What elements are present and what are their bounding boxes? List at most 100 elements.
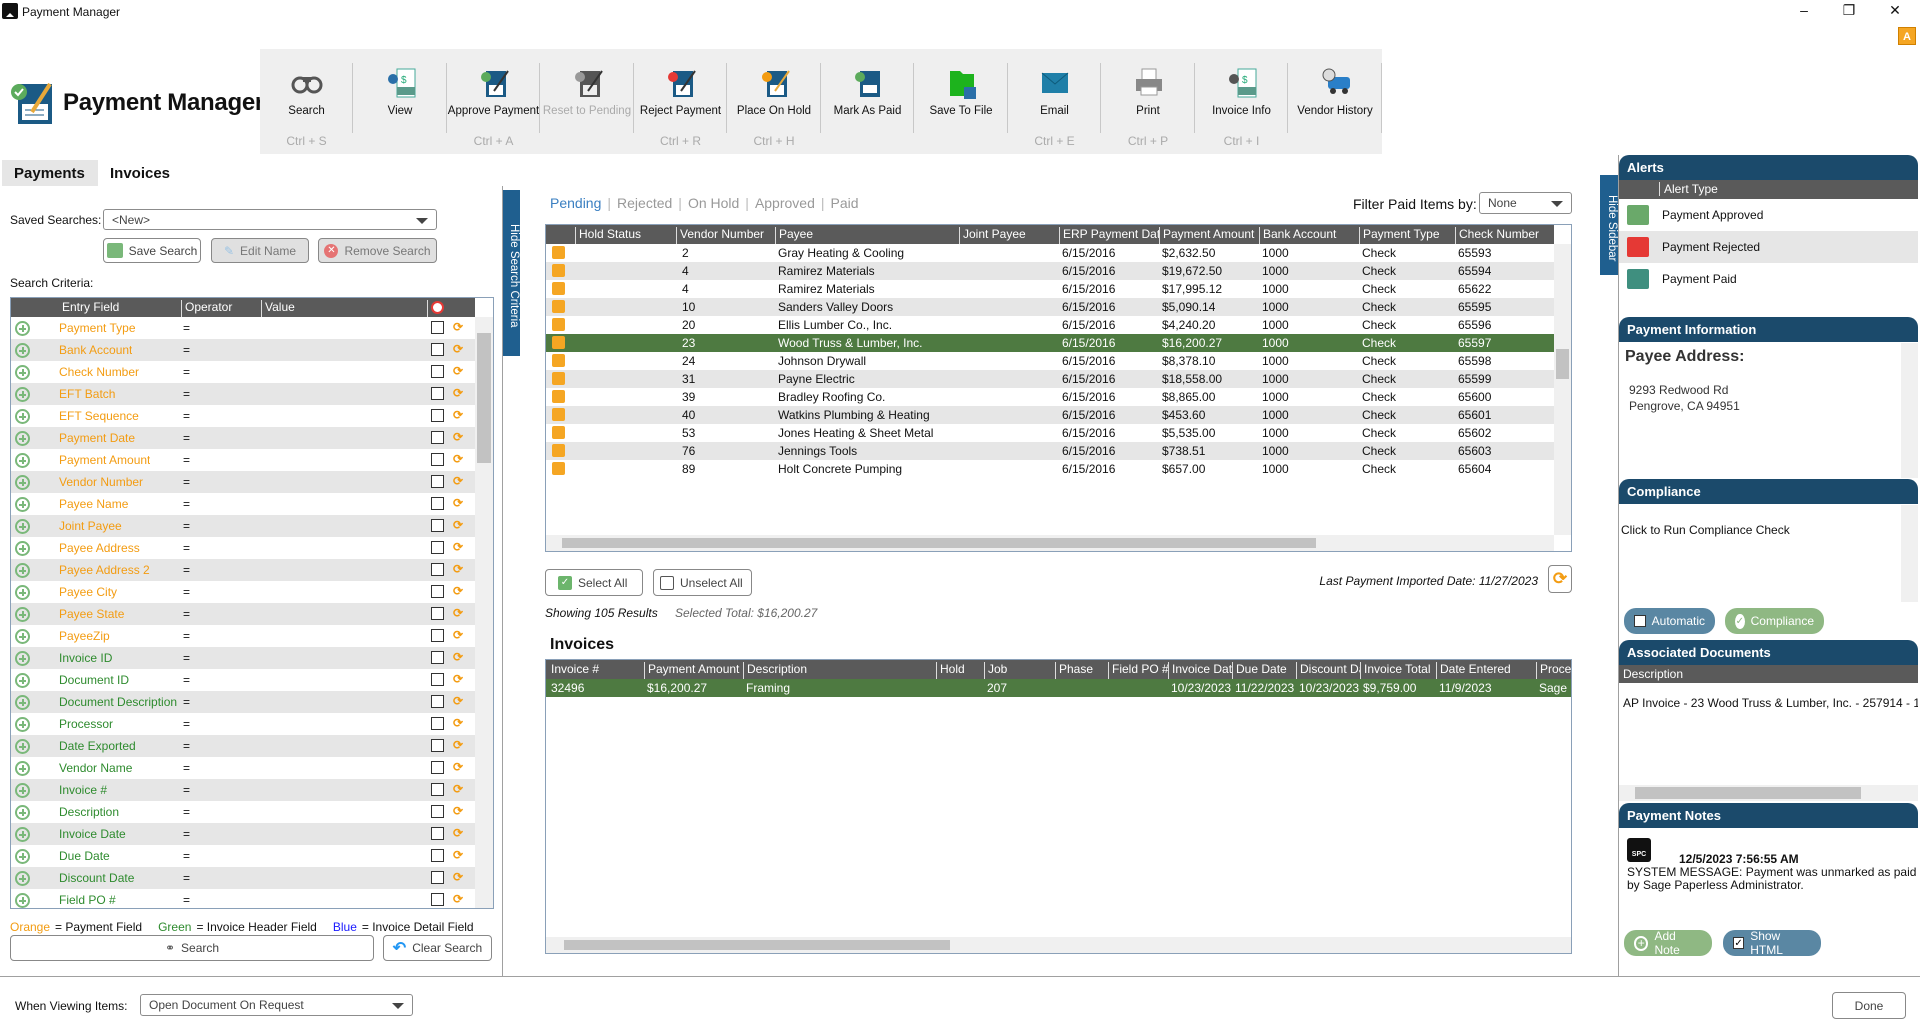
col-description[interactable]: Description <box>743 662 936 679</box>
run-compliance-link[interactable]: Click to Run Compliance Check <box>1621 523 1790 537</box>
add-criteria-icon[interactable] <box>15 497 30 512</box>
criteria-checkbox[interactable] <box>431 409 444 422</box>
invoice-row[interactable]: 32496 $16,200.27 Framing 207 10/23/2023 11/22… <box>546 679 1571 697</box>
payment-info-scrollbar[interactable] <box>1901 343 1918 478</box>
add-criteria-icon[interactable] <box>15 475 30 490</box>
add-criteria-icon[interactable] <box>15 519 30 534</box>
add-criteria-icon[interactable] <box>15 651 30 666</box>
add-criteria-icon[interactable] <box>15 893 30 908</box>
criteria-checkbox[interactable] <box>431 387 444 400</box>
hold-status-icon[interactable] <box>552 318 565 331</box>
done-button[interactable]: Done <box>1832 992 1906 1019</box>
criteria-value-input[interactable] <box>261 871 427 887</box>
col-payment-amount[interactable]: Payment Amount <box>1159 227 1259 244</box>
payments-vscroll[interactable] <box>1554 244 1571 535</box>
hold-status-icon[interactable] <box>552 354 565 367</box>
clear-search-button[interactable]: ↶ Clear Search <box>383 935 492 961</box>
alert-row[interactable]: Payment Approved <box>1619 199 1918 231</box>
criteria-value-input[interactable] <box>261 805 427 821</box>
hold-status-icon[interactable] <box>552 246 565 259</box>
add-criteria-icon[interactable] <box>15 541 30 556</box>
criteria-checkbox[interactable] <box>431 827 444 840</box>
add-criteria-icon[interactable] <box>15 673 30 688</box>
criteria-checkbox[interactable] <box>431 541 444 554</box>
toolbar-reject-payment-button[interactable]: Reject Payment Ctrl + R <box>634 49 727 154</box>
payments-hscroll[interactable] <box>546 535 1554 551</box>
add-criteria-icon[interactable] <box>15 365 30 380</box>
invoices-hscroll[interactable] <box>546 937 1571 953</box>
criteria-checkbox[interactable] <box>431 673 444 686</box>
criteria-checkbox[interactable] <box>431 585 444 598</box>
criteria-value-input[interactable] <box>261 827 427 843</box>
payment-row[interactable]: 10 Sanders Valley Doors 6/15/2016 $5,090.14… <box>546 298 1554 316</box>
criteria-checkbox[interactable] <box>431 805 444 818</box>
add-criteria-icon[interactable] <box>15 409 30 424</box>
criteria-checkbox[interactable] <box>431 343 444 356</box>
criteria-checkbox[interactable] <box>431 563 444 576</box>
clear-all-criteria-icon[interactable] <box>427 300 477 317</box>
maximize-button[interactable]: ❐ <box>1834 2 1864 19</box>
status-tab-paid[interactable]: Paid <box>831 195 859 211</box>
col-payment-type[interactable]: Payment Type <box>1359 227 1455 244</box>
reset-criteria-icon[interactable]: ⟳ <box>453 451 463 467</box>
payments-vscroll-thumb[interactable] <box>1556 349 1569 379</box>
col-due-date[interactable]: Due Date <box>1232 662 1296 679</box>
reset-criteria-icon[interactable]: ⟳ <box>453 539 463 555</box>
criteria-checkbox[interactable] <box>431 893 444 906</box>
invoices-hscroll-thumb[interactable] <box>564 940 950 950</box>
add-criteria-icon[interactable] <box>15 717 30 732</box>
hold-status-icon[interactable] <box>552 462 565 475</box>
criteria-value-input[interactable] <box>261 761 427 777</box>
payments-hscroll-thumb[interactable] <box>562 538 1316 548</box>
reset-criteria-icon[interactable]: ⟳ <box>453 869 463 885</box>
compliance-scrollbar[interactable] <box>1901 505 1918 602</box>
reset-criteria-icon[interactable]: ⟳ <box>453 605 463 621</box>
compliance-button[interactable]: ✓ Compliance <box>1725 608 1824 634</box>
criteria-checkbox[interactable] <box>431 849 444 862</box>
reset-criteria-icon[interactable]: ⟳ <box>453 319 463 335</box>
reset-criteria-icon[interactable]: ⟳ <box>453 759 463 775</box>
payment-row[interactable]: 40 Watkins Plumbing & Heating 6/15/2016 $45… <box>546 406 1554 424</box>
add-criteria-icon[interactable] <box>15 871 30 886</box>
criteria-checkbox[interactable] <box>431 871 444 884</box>
search-button[interactable]: ⚭ Search <box>10 935 374 961</box>
criteria-value-input[interactable] <box>261 651 427 667</box>
criteria-checkbox[interactable] <box>431 475 444 488</box>
reset-criteria-icon[interactable]: ⟳ <box>453 627 463 643</box>
refresh-button[interactable]: ⟳ <box>1548 565 1572 593</box>
show-html-toggle[interactable]: ✓ Show HTML <box>1723 929 1821 957</box>
reset-criteria-icon[interactable]: ⟳ <box>453 671 463 687</box>
status-tab-pending[interactable]: Pending <box>550 195 601 211</box>
criteria-value-input[interactable] <box>261 673 427 689</box>
status-tab-on-hold[interactable]: On Hold <box>688 195 739 211</box>
criteria-value-input[interactable] <box>261 783 427 799</box>
reset-criteria-icon[interactable]: ⟳ <box>453 715 463 731</box>
criteria-checkbox[interactable] <box>431 739 444 752</box>
col-bank-account[interactable]: Bank Account <box>1259 227 1359 244</box>
criteria-value-input[interactable] <box>261 497 427 513</box>
criteria-value-input[interactable] <box>261 321 427 337</box>
col-check-number[interactable]: Check Number <box>1455 227 1555 244</box>
reset-criteria-icon[interactable]: ⟳ <box>453 363 463 379</box>
criteria-value-input[interactable] <box>261 629 427 645</box>
col-vendor-number[interactable]: Vendor Number <box>676 227 775 244</box>
criteria-value-input[interactable] <box>261 739 427 755</box>
hold-status-icon[interactable] <box>552 426 565 439</box>
add-criteria-icon[interactable] <box>15 563 30 578</box>
toolbar-save-to-file-button[interactable]: Save To File <box>915 49 1008 154</box>
docs-hscroll[interactable] <box>1619 785 1918 801</box>
reset-criteria-icon[interactable]: ⟳ <box>453 891 463 907</box>
saved-searches-dropdown[interactable]: <New> <box>103 209 437 230</box>
reset-criteria-icon[interactable]: ⟳ <box>453 385 463 401</box>
criteria-value-input[interactable] <box>261 431 427 447</box>
criteria-value-input[interactable] <box>261 563 427 579</box>
save-search-button[interactable]: Save Search <box>103 238 201 263</box>
hold-status-icon[interactable] <box>552 408 565 421</box>
unselect-all-button[interactable]: Unselect All <box>653 569 752 596</box>
criteria-value-input[interactable] <box>261 365 427 381</box>
criteria-checkbox[interactable] <box>431 365 444 378</box>
payment-row[interactable]: 20 Ellis Lumber Co., Inc. 6/15/2016 $4,240.… <box>546 316 1554 334</box>
criteria-checkbox[interactable] <box>431 783 444 796</box>
viewing-items-dropdown[interactable]: Open Document On Request <box>140 994 413 1016</box>
criteria-checkbox[interactable] <box>431 431 444 444</box>
